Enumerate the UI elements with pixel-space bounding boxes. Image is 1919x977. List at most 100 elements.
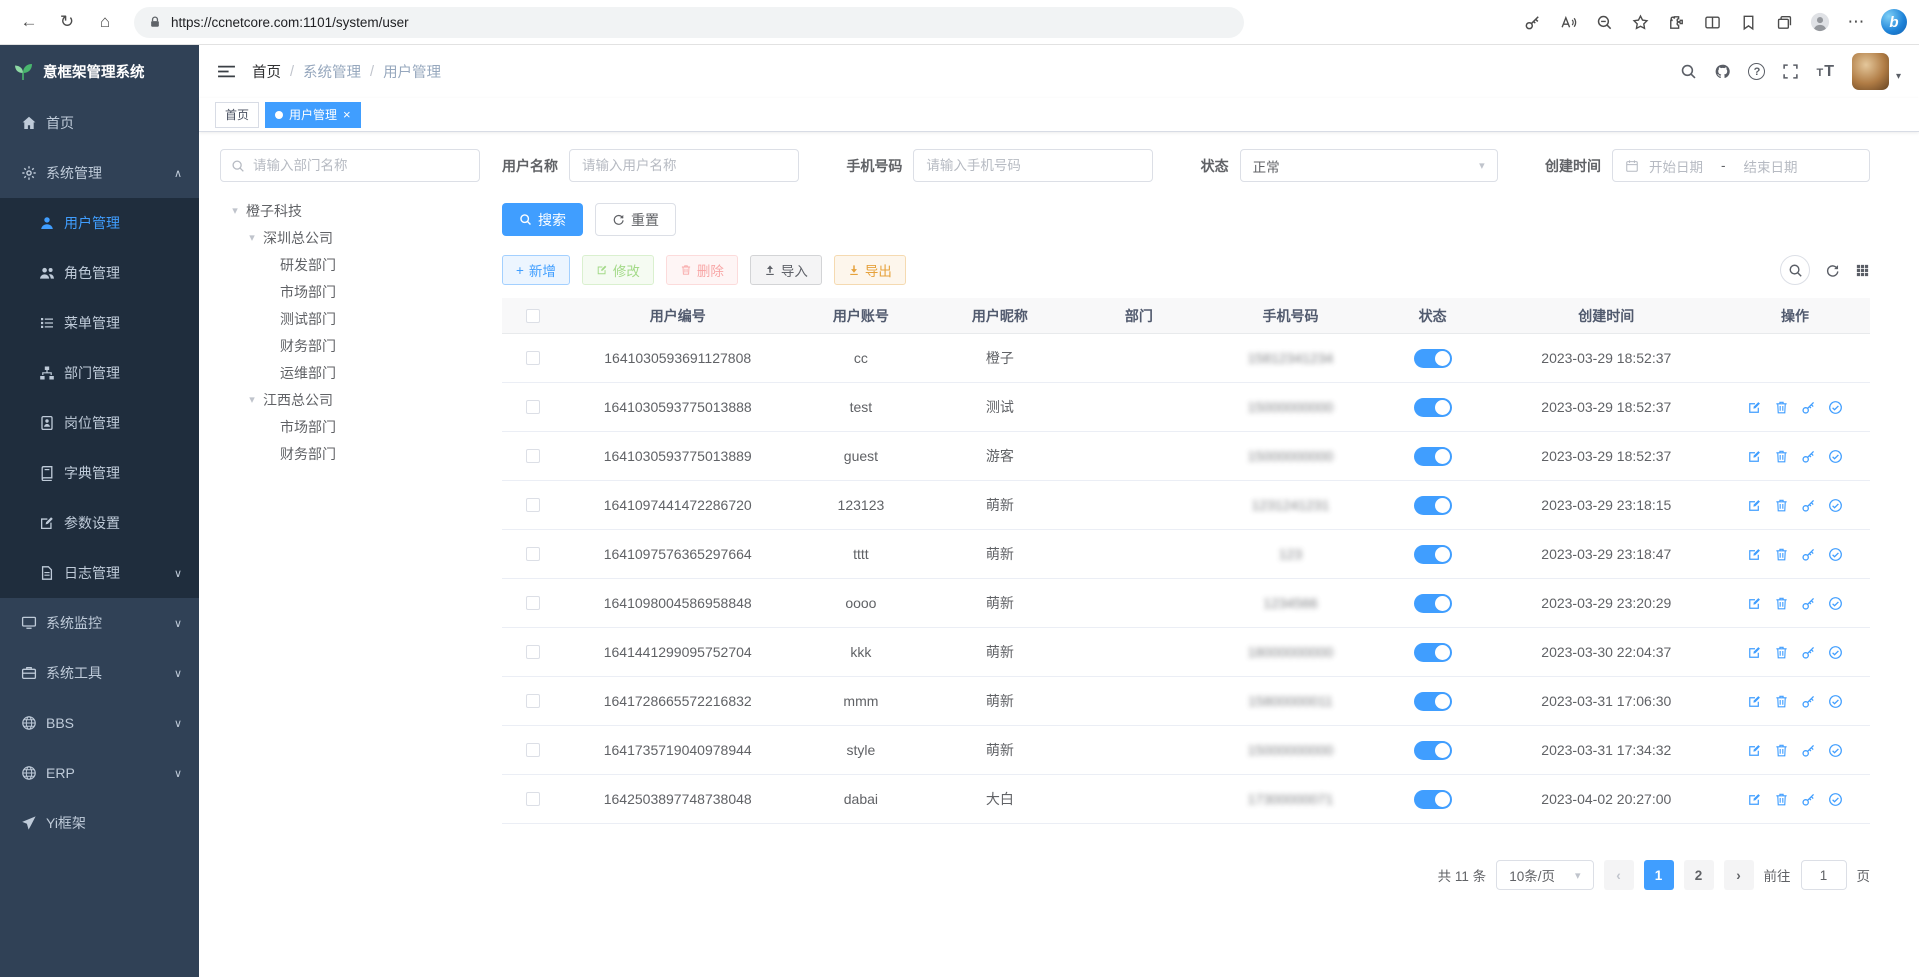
delete-icon[interactable] (1774, 645, 1789, 660)
assign-role-icon[interactable] (1828, 498, 1843, 513)
read-aloud-icon[interactable] (1551, 6, 1585, 38)
row-checkbox[interactable] (526, 449, 540, 463)
assign-role-icon[interactable] (1828, 743, 1843, 758)
sidebar-item-post-management[interactable]: 岗位管理 (0, 398, 199, 448)
extensions-icon[interactable] (1659, 6, 1693, 38)
favorites-icon[interactable] (1731, 6, 1765, 38)
row-checkbox[interactable] (526, 498, 540, 512)
sidebar-item-system-monitor[interactable]: 系统监控∨ (0, 598, 199, 648)
browser-profile-icon[interactable] (1803, 6, 1837, 38)
status-toggle[interactable] (1414, 741, 1452, 760)
status-toggle[interactable] (1414, 643, 1452, 662)
assign-role-icon[interactable] (1828, 645, 1843, 660)
fullscreen-icon[interactable] (1782, 63, 1799, 80)
goto-page-input[interactable]: 1 (1801, 860, 1847, 890)
row-checkbox[interactable] (526, 792, 540, 806)
reset-password-icon[interactable] (1801, 400, 1816, 415)
tree-node[interactable]: 财务部门 (220, 440, 480, 467)
edit-icon[interactable] (1747, 694, 1762, 709)
status-toggle[interactable] (1414, 545, 1452, 564)
search-icon[interactable] (1680, 63, 1697, 80)
split-screen-icon[interactable] (1695, 6, 1729, 38)
sidebar-item-log-management[interactable]: 日志管理∨ (0, 548, 199, 598)
edit-icon[interactable] (1747, 449, 1762, 464)
collections-icon[interactable] (1767, 6, 1801, 38)
row-checkbox[interactable] (526, 743, 540, 757)
edit-icon[interactable] (1747, 547, 1762, 562)
tree-node[interactable]: ▾深圳总公司 (220, 224, 480, 251)
status-toggle[interactable] (1414, 692, 1452, 711)
page-button-2[interactable]: 2 (1684, 860, 1714, 890)
sidebar-item-erp[interactable]: ERP∨ (0, 748, 199, 798)
prev-page-button[interactable]: ‹ (1604, 860, 1634, 890)
assign-role-icon[interactable] (1828, 400, 1843, 415)
breadcrumb-home[interactable]: 首页 (252, 61, 281, 82)
row-checkbox[interactable] (526, 694, 540, 708)
tab-user-management[interactable]: 用户管理 × (265, 102, 361, 128)
reset-password-icon[interactable] (1801, 498, 1816, 513)
reset-password-icon[interactable] (1801, 449, 1816, 464)
status-toggle[interactable] (1414, 349, 1452, 368)
status-toggle[interactable] (1414, 594, 1452, 613)
tree-node[interactable]: ▾橙子科技 (220, 197, 480, 224)
assign-role-icon[interactable] (1828, 547, 1843, 562)
assign-role-icon[interactable] (1828, 694, 1843, 709)
browser-menu-icon[interactable]: ⋯ (1839, 6, 1873, 38)
sidebar-item-role-management[interactable]: 角色管理 (0, 248, 199, 298)
status-toggle[interactable] (1414, 398, 1452, 417)
delete-icon[interactable] (1774, 694, 1789, 709)
tree-node[interactable]: 市场部门 (220, 278, 480, 305)
search-button[interactable]: 搜索 (502, 203, 583, 236)
row-checkbox[interactable] (526, 645, 540, 659)
page-size-select[interactable]: 10条/页 ▾ (1496, 860, 1593, 890)
delete-icon[interactable] (1774, 498, 1789, 513)
username-input[interactable] (582, 158, 786, 173)
sidebar-item-dict-management[interactable]: 字典管理 (0, 448, 199, 498)
reset-password-icon[interactable] (1801, 792, 1816, 807)
assign-role-icon[interactable] (1828, 792, 1843, 807)
tree-node[interactable]: 财务部门 (220, 332, 480, 359)
reset-password-icon[interactable] (1801, 694, 1816, 709)
delete-icon[interactable] (1774, 449, 1789, 464)
dept-search-input[interactable] (253, 158, 469, 173)
column-settings-button[interactable] (1855, 263, 1870, 278)
export-button[interactable]: 导出 (834, 255, 906, 285)
status-toggle[interactable] (1414, 447, 1452, 466)
sidebar-item-bbs[interactable]: BBS∨ (0, 698, 199, 748)
import-button[interactable]: 导入 (750, 255, 822, 285)
edit-icon[interactable] (1747, 596, 1762, 611)
close-tab-icon[interactable]: × (343, 107, 351, 122)
row-checkbox[interactable] (526, 351, 540, 365)
tree-node[interactable]: 运维部门 (220, 359, 480, 386)
reset-password-icon[interactable] (1801, 743, 1816, 758)
delete-button[interactable]: 删除 (666, 255, 738, 285)
breadcrumb-system[interactable]: 系统管理 (303, 61, 361, 82)
sidebar-item-user-management[interactable]: 用户管理 (0, 198, 199, 248)
delete-icon[interactable] (1774, 596, 1789, 611)
assign-role-icon[interactable] (1828, 596, 1843, 611)
modify-button[interactable]: 修改 (582, 255, 654, 285)
page-button-1[interactable]: 1 (1644, 860, 1674, 890)
home-button[interactable]: ⌂ (88, 6, 122, 38)
select-all-checkbox[interactable] (526, 309, 540, 323)
edit-icon[interactable] (1747, 792, 1762, 807)
help-icon[interactable]: ? (1748, 63, 1765, 80)
key-icon[interactable] (1515, 6, 1549, 38)
tree-node[interactable]: 市场部门 (220, 413, 480, 440)
sidebar-item-system-management[interactable]: 系统管理∧ (0, 148, 199, 198)
reset-button[interactable]: 重置 (595, 203, 676, 236)
date-range-input[interactable]: 开始日期 - 结束日期 (1612, 149, 1870, 182)
back-button[interactable]: ← (12, 6, 46, 38)
row-checkbox[interactable] (526, 596, 540, 610)
row-checkbox[interactable] (526, 400, 540, 414)
row-checkbox[interactable] (526, 547, 540, 561)
user-avatar[interactable] (1852, 53, 1889, 90)
sidebar-item-home[interactable]: 首页 (0, 98, 199, 148)
delete-icon[interactable] (1774, 547, 1789, 562)
font-size-icon[interactable]: TT (1816, 63, 1835, 81)
toggle-search-button[interactable] (1780, 255, 1810, 285)
tree-node[interactable]: 研发部门 (220, 251, 480, 278)
favorites-add-icon[interactable] (1623, 6, 1657, 38)
edit-icon[interactable] (1747, 400, 1762, 415)
status-select[interactable]: 正常 ▾ (1240, 149, 1498, 182)
